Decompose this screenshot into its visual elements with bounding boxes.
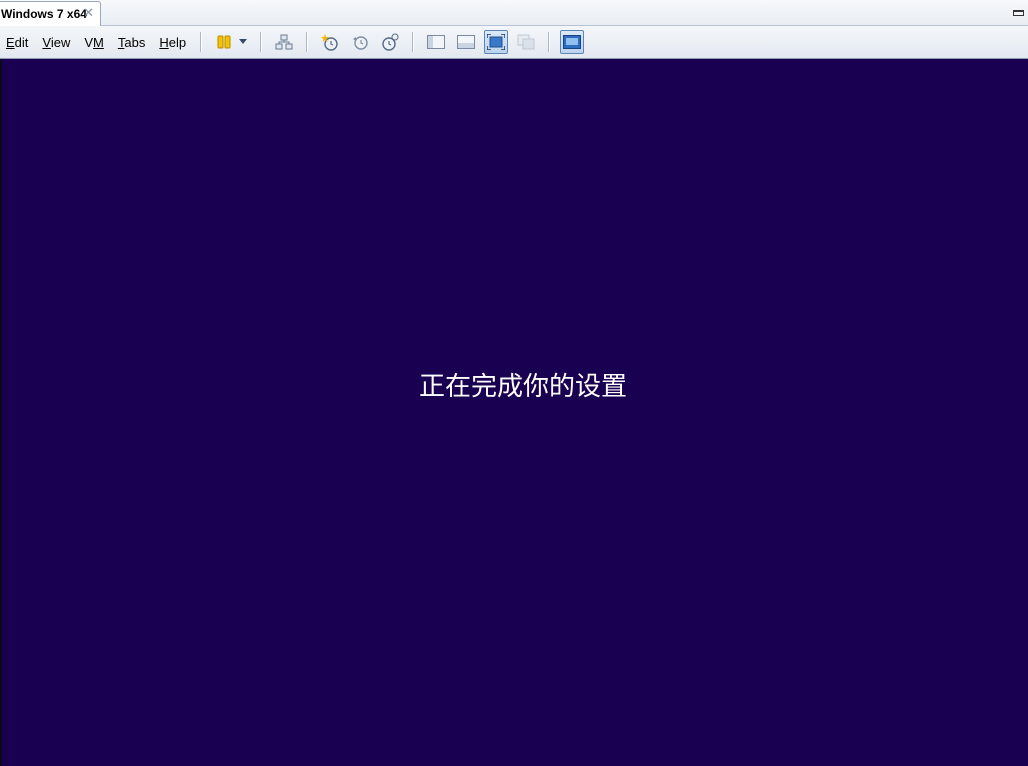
revert-snapshot-button[interactable] [348, 30, 372, 54]
console-view-icon [563, 35, 582, 49]
take-snapshot-icon [321, 34, 338, 51]
menu-view-rest: iew [50, 34, 71, 50]
menu-edit[interactable]: Edit [0, 35, 35, 50]
thumbnail-bar-button[interactable] [454, 30, 478, 54]
restore-window-icon[interactable] [1013, 10, 1024, 16]
toolbar-separator [306, 32, 309, 52]
menu-vm-accel: M [93, 34, 104, 50]
toolbar-separator [548, 32, 551, 52]
console-view-button[interactable] [560, 30, 585, 54]
tab-label: Windows 7 x64 [1, 7, 87, 21]
show-library-button[interactable] [424, 30, 448, 54]
menu-edit-rest: dit [14, 34, 29, 50]
snapshot-manager-icon [382, 33, 399, 51]
show-library-icon [427, 35, 446, 49]
suspend-button[interactable] [212, 30, 236, 54]
toolbar-separator [260, 32, 263, 52]
menu-help[interactable]: Help [152, 35, 193, 50]
menu-view[interactable]: View [35, 35, 77, 50]
menu-help-rest: elp [168, 34, 187, 50]
toolbar-separator [200, 32, 203, 52]
unity-button[interactable] [514, 30, 538, 54]
vm-display[interactable]: 正在完成你的设置 [0, 59, 1028, 766]
snapshot-manager-button[interactable] [378, 30, 402, 54]
menu-view-accel: V [42, 34, 51, 50]
setup-status-message: 正在完成你的设置 [418, 372, 627, 402]
unity-icon [517, 34, 535, 50]
tab-bar: Windows 7 x64 ✕ [0, 0, 1028, 26]
close-tab-icon[interactable]: ✕ [83, 5, 94, 21]
menu-tabs-rest: abs [124, 34, 146, 50]
thumbnail-bar-icon [457, 35, 476, 49]
tab-windows-7-x64[interactable]: Windows 7 x64 ✕ [0, 1, 101, 26]
dropdown-arrow-icon [239, 39, 248, 44]
menu-toolbar: Edit View VM Tabs Help [0, 26, 1028, 59]
menu-edit-accel: E [6, 34, 15, 50]
fullscreen-button[interactable] [484, 30, 509, 54]
suspend-icon [217, 35, 231, 49]
menu-vm[interactable]: VM [77, 35, 111, 50]
network-button[interactable] [272, 30, 296, 54]
take-snapshot-button[interactable] [318, 30, 342, 54]
power-dropdown-button[interactable] [236, 30, 250, 54]
toolbar-separator [412, 32, 415, 52]
menu-tabs[interactable]: Tabs [111, 35, 152, 50]
revert-snapshot-icon [353, 36, 368, 50]
fullscreen-icon [487, 34, 506, 50]
menu-help-accel: H [159, 34, 169, 50]
network-icon [275, 34, 293, 50]
menu-vm-pre: V [84, 34, 94, 50]
